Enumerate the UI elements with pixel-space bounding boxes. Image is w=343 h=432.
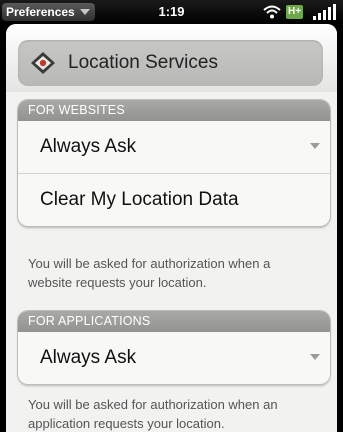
status-icons[interactable]: H+ <box>263 3 337 21</box>
chevron-down-icon <box>310 354 320 360</box>
location-compass-icon <box>31 52 55 74</box>
applications-location-dropdown[interactable]: Always Ask <box>18 332 330 384</box>
page-header: Location Services <box>6 24 337 92</box>
applications-dropdown-value: Always Ask <box>40 347 137 368</box>
websites-section-header: FOR WEBSITES <box>18 100 330 121</box>
applications-group: FOR APPLICATIONS Always Ask <box>18 311 330 384</box>
websites-group: FOR WEBSITES Always Ask Clear My Locatio… <box>18 100 330 226</box>
websites-dropdown-value: Always Ask <box>40 136 137 157</box>
page-title: Location Services <box>68 52 218 73</box>
network-badge: H+ <box>286 5 304 19</box>
websites-note: You will be asked for authorization when… <box>28 256 271 290</box>
clear-location-data-button[interactable]: Clear My Location Data <box>18 173 330 226</box>
chevron-down-icon <box>310 143 320 149</box>
applications-note: You will be asked for authorization when… <box>28 397 278 431</box>
preferences-scene: Location Services FOR WEBSITES Always As… <box>6 24 337 432</box>
status-bar: Preferences 1:19 H+ <box>0 0 343 24</box>
signal-strength-icon <box>313 4 337 20</box>
wifi-icon <box>263 5 281 19</box>
clear-location-data-label: Clear My Location Data <box>40 189 239 210</box>
websites-location-dropdown[interactable]: Always Ask <box>18 121 330 173</box>
applications-section-header: FOR APPLICATIONS <box>18 311 330 332</box>
header-pill: Location Services <box>18 40 323 86</box>
